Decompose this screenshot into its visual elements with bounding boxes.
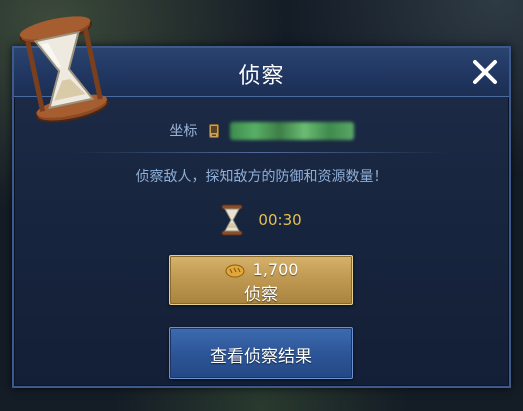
divider	[74, 152, 449, 153]
scout-cost: 1,700	[252, 260, 299, 279]
scout-button-label: 侦察	[244, 285, 278, 305]
close-button[interactable]	[467, 54, 503, 90]
coordinates-value-blurred[interactable]	[229, 121, 354, 140]
coordinates-label: 坐标	[169, 123, 198, 140]
phone-icon	[208, 123, 219, 138]
timer-row: 00:30	[14, 204, 509, 240]
view-results-label: 查看侦察结果	[210, 347, 312, 367]
scout-description: 侦察敌人，探知敌方的防御和资源数量！	[135, 169, 388, 185]
timer-value: 00:30	[258, 211, 302, 229]
hourglass-emblem-icon	[19, 16, 109, 123]
scout-cost-row: 1,700	[170, 259, 352, 279]
view-results-button[interactable]: 查看侦察结果	[169, 327, 353, 379]
close-icon	[473, 60, 497, 84]
hourglass-icon	[221, 204, 243, 236]
scout-button[interactable]: 1,700 侦察	[169, 255, 353, 305]
bread-icon	[225, 264, 245, 277]
